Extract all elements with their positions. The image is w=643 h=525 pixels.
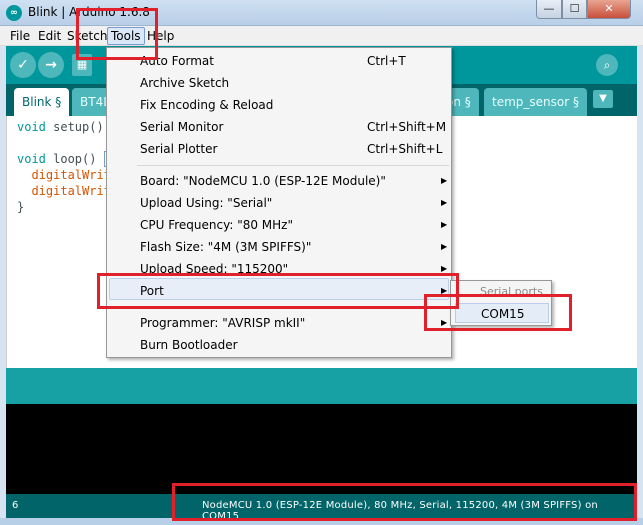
shortcut-serial-plotter: Ctrl+Shift+L — [367, 142, 443, 156]
menu-archive-sketch[interactable]: Archive Sketch — [140, 76, 229, 90]
code-line-4: digitalWrit — [17, 168, 111, 182]
submenu-arrow-icon: ▶ — [441, 242, 448, 251]
maximize-button[interactable]: ☐ — [562, 0, 587, 19]
submenu-arrow-icon: ▶ — [441, 198, 448, 207]
submenu-arrow-icon: ▶ — [441, 176, 448, 185]
code-line-3: void loop() { — [17, 151, 113, 167]
line-number: 6 — [12, 500, 19, 511]
menu-programmer[interactable]: Programmer: "AVRISP mkII" — [140, 316, 305, 330]
menu-flash-size[interactable]: Flash Size: "4M (3M SPIFFS)" — [140, 240, 311, 254]
tab-blink[interactable]: Blink § — [14, 88, 70, 116]
shortcut-serial-monitor: Ctrl+Shift+M — [367, 120, 447, 134]
menu-edit[interactable]: Edit — [38, 29, 61, 43]
menu-serial-plotter[interactable]: Serial Plotter — [140, 142, 217, 156]
submenu-arrow-icon: ▶ — [441, 264, 448, 273]
annotation-tools-menu — [76, 8, 158, 60]
message-bar — [6, 368, 637, 404]
code-line-5: digitalWrit — [17, 184, 111, 198]
close-button[interactable]: ✕ — [587, 0, 631, 19]
menu-board[interactable]: Board: "NodeMCU 1.0 (ESP-12E Module)" — [140, 174, 386, 188]
submenu-arrow-icon: ▶ — [441, 220, 448, 229]
menu-cpu-frequency[interactable]: CPU Frequency: "80 MHz" — [140, 218, 293, 232]
minimize-button[interactable]: — — [536, 0, 562, 19]
menu-serial-monitor[interactable]: Serial Monitor — [140, 120, 223, 134]
tab-menu-chevron-down-icon[interactable]: ▼ — [593, 90, 613, 108]
menu-burn-bootloader[interactable]: Burn Bootloader — [140, 338, 238, 352]
menu-separator — [137, 165, 449, 166]
tools-dropdown-menu: Auto Format Ctrl+T Archive Sketch Fix En… — [106, 47, 452, 358]
annotation-com15 — [424, 294, 572, 331]
shortcut-auto-format: Ctrl+T — [367, 54, 406, 68]
verify-button[interactable]: ✓ — [10, 52, 36, 78]
upload-button[interactable]: → — [38, 52, 64, 78]
arduino-logo-icon: ∞ — [6, 5, 22, 21]
annotation-port-item — [97, 273, 459, 309]
code-line-1: void setup() — [17, 120, 104, 134]
menu-file[interactable]: File — [10, 29, 30, 43]
tab-temp-sensor[interactable]: temp_sensor § — [484, 88, 587, 116]
code-line-6: } — [17, 200, 25, 214]
menu-fix-encoding[interactable]: Fix Encoding & Reload — [140, 98, 273, 112]
menu-upload-using[interactable]: Upload Using: "Serial" — [140, 196, 272, 210]
annotation-status-bar — [172, 483, 637, 521]
serial-monitor-button[interactable]: ⌕ — [596, 54, 618, 76]
console-output — [6, 404, 637, 494]
